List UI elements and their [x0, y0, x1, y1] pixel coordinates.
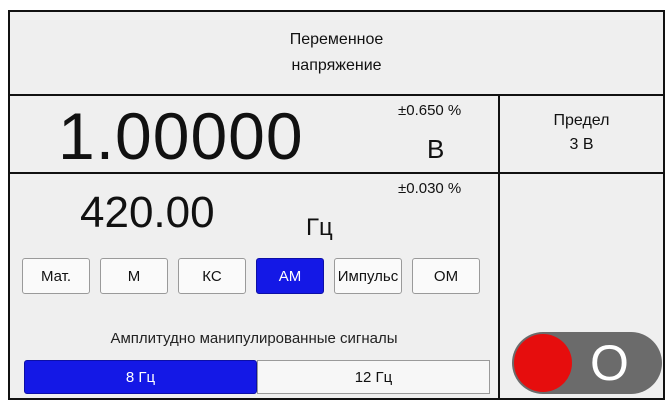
output-toggle-label: O [590, 335, 629, 391]
range-selector[interactable]: Предел 3 В [500, 94, 663, 174]
mode-title[interactable]: Переменное напряжение [10, 12, 663, 96]
measurement-display[interactable]: 1.00000 ±0.650 % В [10, 94, 498, 174]
modulation-button-mat[interactable]: Мат. [22, 258, 90, 294]
range-title: Предел [553, 112, 610, 129]
frequency-option-8hz[interactable]: 8 Гц [24, 360, 257, 394]
instrument-panel: Переменное напряжение 1.00000 ±0.650 % В… [8, 10, 665, 400]
frequency-option-12hz[interactable]: 12 Гц [257, 360, 490, 394]
mode-title-line2: напряжение [291, 57, 382, 74]
toggle-knob [514, 334, 572, 392]
modulation-button-m[interactable]: М [100, 258, 168, 294]
frequency-accuracy: ±0.030 % [398, 180, 462, 197]
modulation-button-row: Мат. М КС АМ Импульс ОМ [22, 258, 480, 296]
modulation-button-om[interactable]: ОМ [412, 258, 480, 294]
left-area: 1.00000 ±0.650 % В 420.00 Гц ±0.030 % Ма… [10, 94, 498, 398]
measurement-unit: В [427, 134, 445, 164]
measurement-accuracy: ±0.650 % [398, 102, 462, 119]
frequency-option-row: 8 Гц 12 Гц [24, 360, 490, 396]
range-value: 3 В [569, 136, 594, 153]
frequency-display[interactable]: 420.00 Гц ±0.030 % [10, 174, 498, 250]
output-toggle[interactable]: O [512, 332, 662, 394]
measurement-value: 1.00000 [58, 99, 304, 173]
modulation-description: Амплитудно манипулированные сигналы [110, 330, 398, 347]
frequency-unit: Гц [306, 214, 333, 241]
modulation-button-pulse[interactable]: Импульс [334, 258, 402, 294]
frequency-value: 420.00 [80, 188, 215, 237]
modulation-button-ks[interactable]: КС [178, 258, 246, 294]
right-area: Предел 3 В O [498, 94, 665, 398]
mode-title-line1: Переменное [289, 31, 384, 48]
modulation-button-am[interactable]: АМ [256, 258, 324, 294]
